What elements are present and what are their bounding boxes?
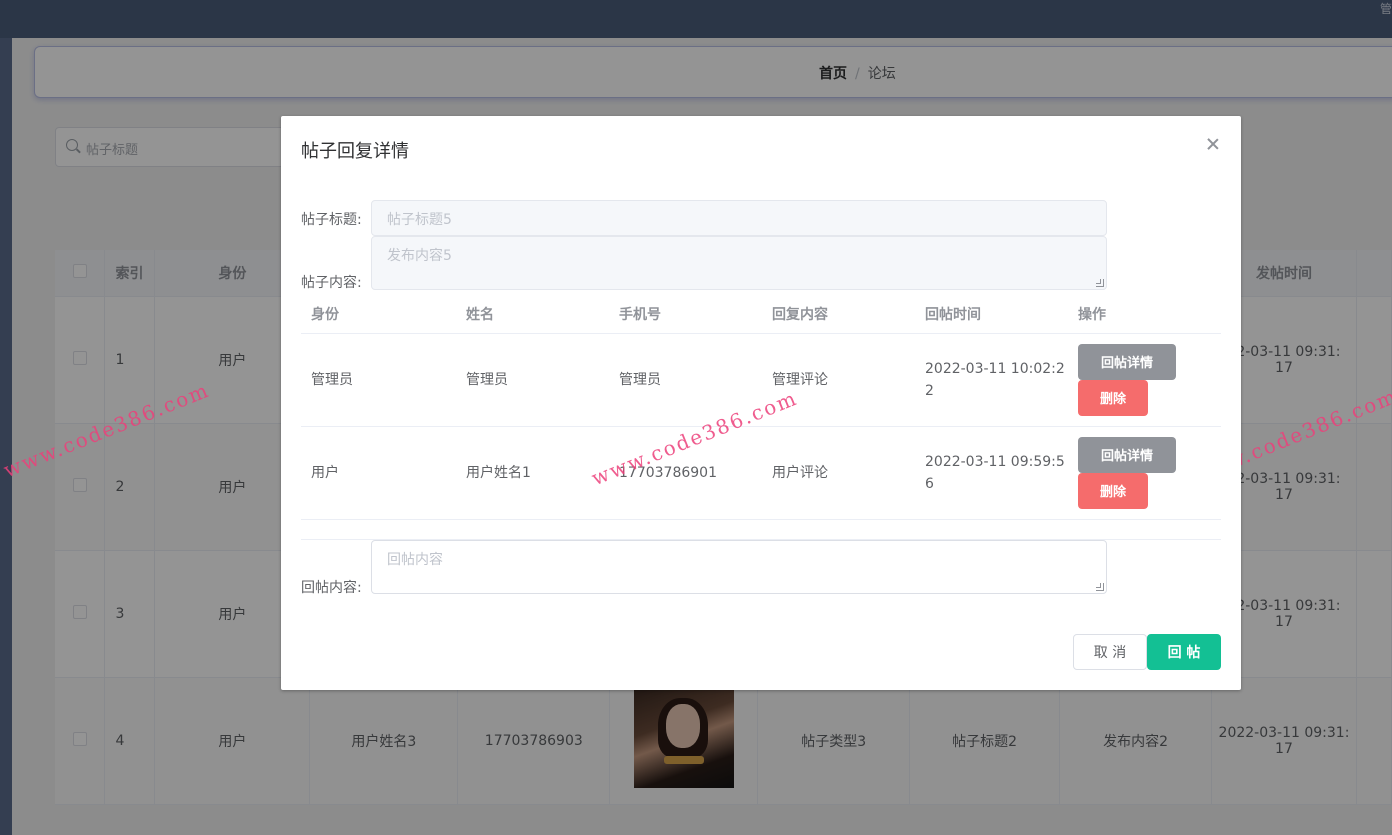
reply-phone: 17703786901 [609,426,762,520]
table-row: 用户 用户姓名1 17703786901 用户评论 2022-03-11 09:… [301,426,1221,520]
submit-reply-button[interactable]: 回 帖 [1147,634,1221,670]
reply-name: 管理员 [456,333,609,427]
reply-time: 2022-03-11 09:59:5 6 [915,426,1068,520]
header-identity: 身份 [301,296,456,334]
reply-table: 身份 姓名 手机号 回复内容 回帖时间 操作 管理员 管理员 管理员 管理评论 … [301,296,1221,520]
reply-detail-button[interactable]: 回帖详情 [1078,343,1176,380]
reply-phone: 管理员 [609,333,762,427]
resize-handle-icon[interactable] [1096,583,1104,591]
reply-table-header: 身份 姓名 手机号 回复内容 回帖时间 操作 [301,296,1221,334]
cancel-button[interactable]: 取 消 [1073,634,1147,670]
post-title-field[interactable]: 帖子标题5 [371,200,1107,236]
post-content-field[interactable]: 发布内容5 [371,236,1107,290]
reply-name: 用户姓名1 [456,426,609,520]
delete-button[interactable]: 删除 [1078,379,1148,416]
delete-button[interactable]: 删除 [1078,472,1148,509]
reply-detail-dialog: 帖子回复详情 帖子标题: 帖子标题5 帖子内容: 发布内容5 身份 姓名 手机号… [281,116,1241,690]
header-reply-time: 回帖时间 [915,296,1068,334]
header-name: 姓名 [456,296,609,334]
reply-content: 用户评论 [762,426,915,520]
header-reply-content: 回复内容 [762,296,915,334]
post-content-label: 帖子内容: [301,275,362,291]
reply-identity: 用户 [301,426,456,520]
reply-detail-button[interactable]: 回帖详情 [1078,436,1176,473]
dialog-title: 帖子回复详情 [301,141,409,162]
header-actions: 操作 [1068,296,1221,334]
close-icon[interactable] [1206,137,1220,151]
resize-handle-icon[interactable] [1096,279,1104,287]
reply-identity: 管理员 [301,333,456,427]
reply-content-label: 回帖内容: [301,580,362,596]
reply-time: 2022-03-11 10:02:2 2 [915,333,1068,427]
table-row: 管理员 管理员 管理员 管理评论 2022-03-11 10:02:2 2 回帖详… [301,333,1221,427]
reply-content-textarea[interactable]: 回帖内容 [371,540,1107,594]
post-title-label: 帖子标题: [301,212,362,228]
reply-content: 管理评论 [762,333,915,427]
header-phone: 手机号 [609,296,762,334]
